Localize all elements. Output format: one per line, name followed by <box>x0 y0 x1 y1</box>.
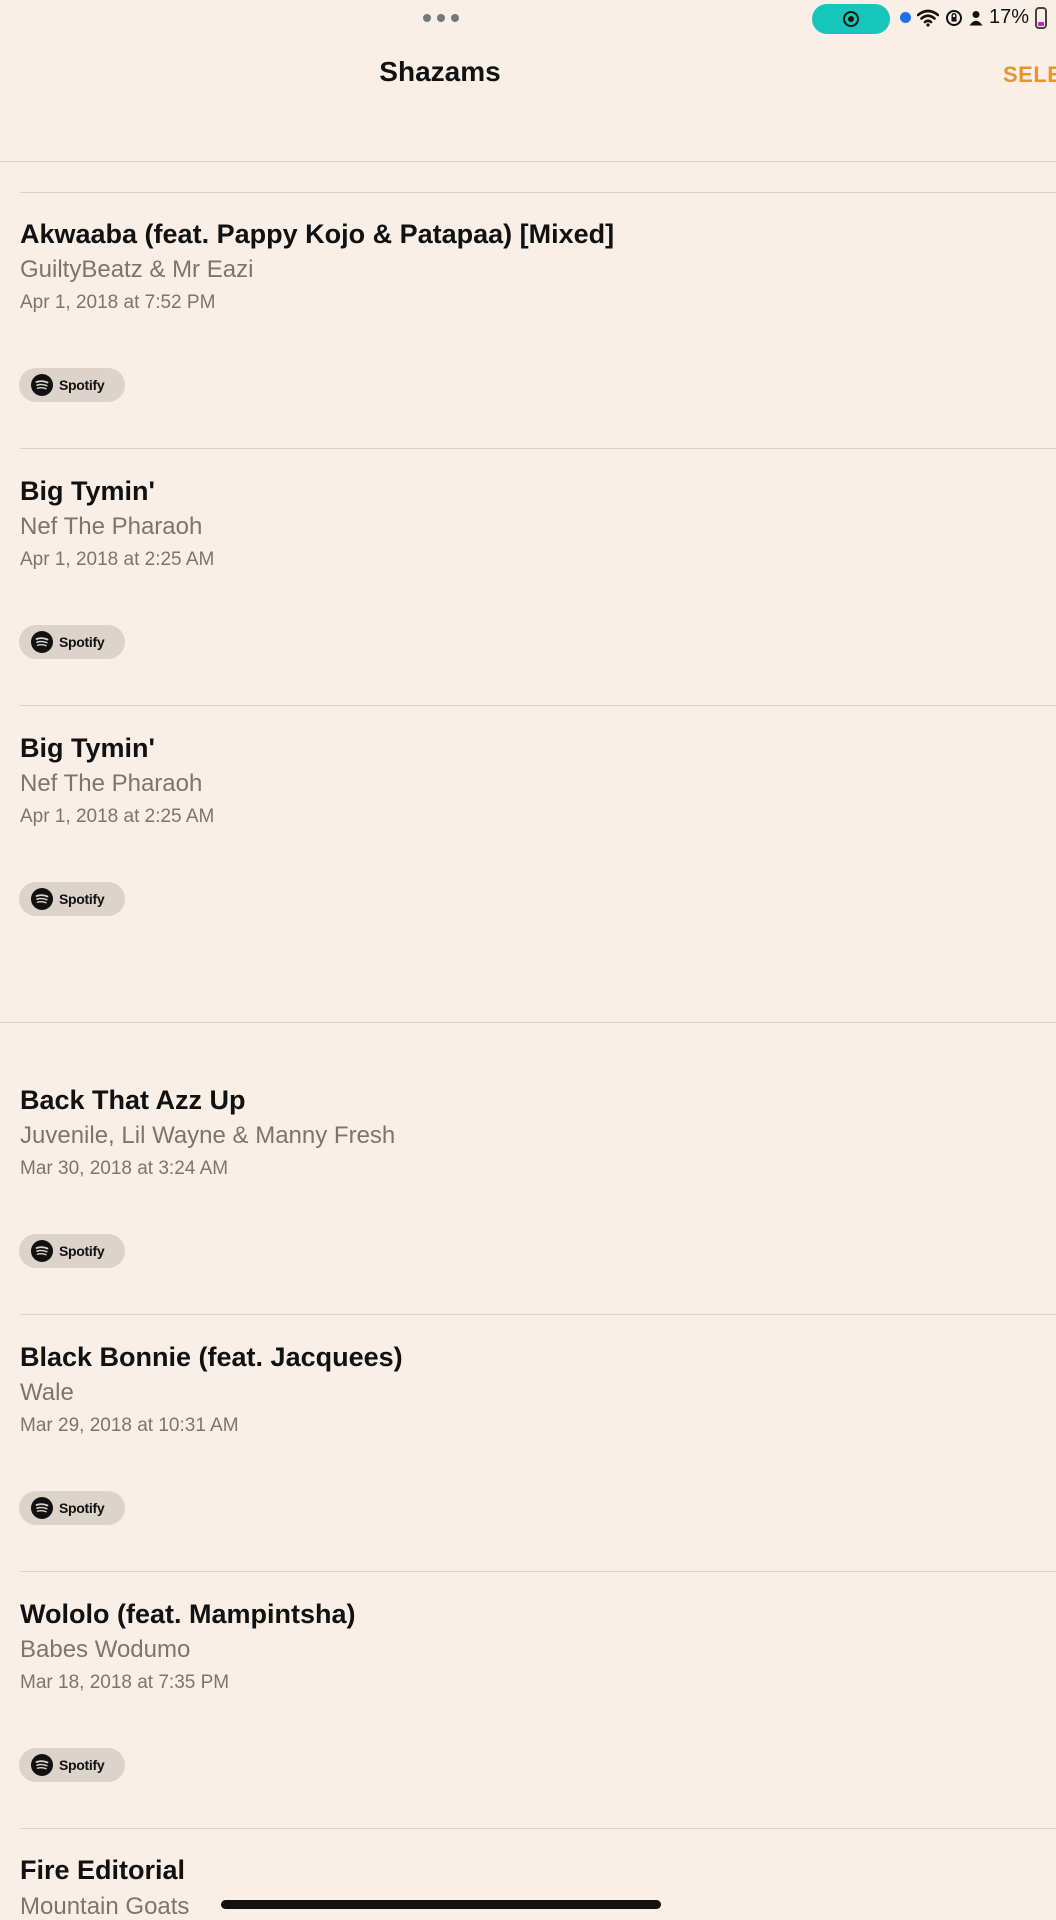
song-title: Back That Azz Up <box>20 1085 246 1115</box>
open-in-spotify-button[interactable]: Spotify <box>19 368 125 402</box>
song-date: Apr 1, 2018 at 2:25 AM <box>20 806 215 827</box>
battery-icon <box>1035 6 1048 29</box>
open-in-spotify-button[interactable]: Spotify <box>19 1748 125 1782</box>
song-artist: Juvenile, Lil Wayne & Manny Fresh <box>20 1122 396 1149</box>
spotify-logo-icon <box>31 1240 53 1262</box>
battery-percent: 17% <box>989 6 1030 28</box>
song-title[interactable]: Fire Editorial <box>20 1855 185 1886</box>
song-date: Apr 1, 2018 at 2:25 AM <box>20 549 215 570</box>
song-title: Big Tymin' <box>20 476 155 506</box>
song-date: Mar 18, 2018 at 7:35 PM <box>20 1672 230 1693</box>
song-artist: Mountain Goats <box>20 1893 190 1920</box>
spotify-logo-icon <box>31 1497 53 1519</box>
row-divider <box>20 1828 1056 1829</box>
shazams-screen: 17% Shazams SELE Akwaaba (feat. Pappy Ko… <box>0 0 1056 1920</box>
select-button[interactable]: SELE <box>1003 62 1056 88</box>
song-row[interactable]: Big Tymin' Nef The Pharaoh Apr 1, 2018 a… <box>0 706 1056 963</box>
song-title: Black Bonnie (feat. Jacquees) <box>20 1342 403 1372</box>
open-in-spotify-button[interactable]: Spotify <box>19 625 125 659</box>
status-icons: 17% <box>900 6 1048 29</box>
song-artist: Nef The Pharaoh <box>20 770 203 797</box>
section-divider <box>0 1022 1056 1023</box>
location-dot-icon <box>900 12 911 23</box>
song-row[interactable]: Akwaaba (feat. Pappy Kojo & Patapaa) [Mi… <box>0 192 1056 449</box>
spotify-label: Spotify <box>59 634 105 650</box>
home-indicator[interactable] <box>221 1900 661 1909</box>
spotify-label: Spotify <box>59 1757 105 1773</box>
orientation-lock-icon <box>946 9 962 26</box>
open-in-spotify-button[interactable]: Spotify <box>19 882 125 916</box>
multitasking-dots-icon[interactable] <box>423 14 459 22</box>
song-artist: Wale <box>20 1379 74 1406</box>
record-icon <box>843 11 859 27</box>
song-row[interactable]: Black Bonnie (feat. Jacquees) Wale Mar 2… <box>0 1315 1056 1572</box>
song-date: Mar 30, 2018 at 3:24 AM <box>20 1158 229 1179</box>
open-in-spotify-button[interactable]: Spotify <box>19 1491 125 1525</box>
spotify-logo-icon <box>31 374 53 396</box>
screen-recording-indicator[interactable] <box>812 4 890 34</box>
song-title: Wololo (feat. Mampintsha) <box>20 1599 356 1629</box>
spotify-logo-icon <box>31 888 53 910</box>
song-title: Big Tymin' <box>20 733 155 763</box>
wifi-icon <box>917 9 939 27</box>
header-divider <box>0 161 1056 162</box>
spotify-label: Spotify <box>59 1500 105 1516</box>
song-title: Akwaaba (feat. Pappy Kojo & Patapaa) [Mi… <box>20 219 615 249</box>
person-icon <box>969 10 983 25</box>
song-row[interactable]: Big Tymin' Nef The Pharaoh Apr 1, 2018 a… <box>0 449 1056 706</box>
song-artist: Babes Wodumo <box>20 1636 191 1663</box>
song-row[interactable]: Wololo (feat. Mampintsha) Babes Wodumo M… <box>0 1572 1056 1829</box>
song-artist: Nef The Pharaoh <box>20 513 203 540</box>
spotify-logo-icon <box>31 1754 53 1776</box>
song-row[interactable]: Back That Azz Up Juvenile, Lil Wayne & M… <box>0 1058 1056 1315</box>
song-date: Apr 1, 2018 at 7:52 PM <box>20 292 216 313</box>
song-date: Mar 29, 2018 at 10:31 AM <box>20 1415 239 1436</box>
status-bar: 17% <box>0 0 1056 40</box>
song-artist: GuiltyBeatz & Mr Eazi <box>20 256 254 283</box>
spotify-label: Spotify <box>59 1243 105 1259</box>
spotify-logo-icon <box>31 631 53 653</box>
spotify-label: Spotify <box>59 891 105 907</box>
open-in-spotify-button[interactable]: Spotify <box>19 1234 125 1268</box>
spotify-label: Spotify <box>59 377 105 393</box>
page-title: Shazams <box>379 56 501 87</box>
